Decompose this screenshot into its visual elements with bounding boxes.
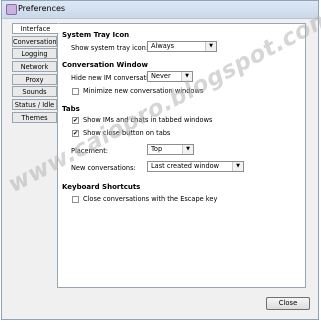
keyboard-shortcuts-heading: Keyboard Shortcuts	[62, 183, 141, 191]
hide-im-value: Never	[151, 72, 171, 80]
interface-panel: System Tray Icon Show system tray icon: …	[57, 23, 306, 288]
show-tray-select[interactable]: Always ▼	[147, 41, 217, 52]
tab-sounds[interactable]: Sounds	[12, 86, 57, 98]
hide-im-select[interactable]: Never ▼	[147, 71, 193, 82]
minimize-label: Minimize new conversation windows	[83, 87, 204, 95]
app-icon	[6, 4, 17, 15]
sidebar-tabs: Interface Conversations Logging Network …	[12, 23, 59, 125]
placement-label: Placement:	[71, 147, 108, 155]
show-tray-label: Show system tray icon:	[71, 44, 149, 52]
title-bar[interactable]: Preferences	[2, 1, 318, 19]
show-tray-value: Always	[151, 42, 175, 50]
tabs-heading: Tabs	[62, 105, 80, 113]
checkmark-icon: ✔	[73, 130, 79, 137]
close-escape-label: Close conversations with the Escape key	[83, 195, 218, 203]
new-conversations-value: Last created window	[151, 162, 220, 170]
show-ims-checkbox[interactable]: ✔	[72, 117, 79, 124]
new-conversations-label: New conversations:	[71, 164, 136, 172]
chevron-down-icon: ▼	[181, 72, 192, 81]
tab-network[interactable]: Network	[12, 61, 57, 73]
conversation-window-heading: Conversation Window	[62, 61, 148, 69]
minimize-checkbox[interactable]	[72, 88, 79, 95]
tab-logging[interactable]: Logging	[12, 48, 57, 60]
close-button[interactable]: Close	[266, 297, 310, 310]
tab-conversations[interactable]: Conversations	[12, 35, 57, 47]
window-title: Preferences	[18, 4, 66, 13]
close-escape-checkbox[interactable]	[72, 196, 79, 203]
preferences-window: Preferences Interface Conversations Logg…	[1, 0, 319, 320]
show-close-label: Show close button on tabs	[83, 129, 171, 137]
chevron-down-icon: ▼	[182, 145, 193, 154]
tab-status-idle[interactable]: Status / Idle	[12, 99, 57, 111]
tab-interface[interactable]: Interface	[12, 23, 59, 34]
placement-value: Top	[151, 145, 163, 153]
placement-select[interactable]: Top ▼	[147, 144, 194, 155]
chevron-down-icon: ▼	[232, 162, 243, 171]
show-close-checkbox[interactable]: ✔	[72, 130, 79, 137]
system-tray-heading: System Tray Icon	[62, 31, 130, 39]
tab-themes[interactable]: Themes	[12, 111, 57, 123]
checkmark-icon: ✔	[73, 117, 79, 124]
tab-proxy[interactable]: Proxy	[12, 73, 57, 85]
show-ims-label: Show IMs and chats in tabbed windows	[83, 116, 213, 124]
new-conversations-select[interactable]: Last created window ▼	[147, 161, 244, 172]
chevron-down-icon: ▼	[205, 42, 216, 51]
